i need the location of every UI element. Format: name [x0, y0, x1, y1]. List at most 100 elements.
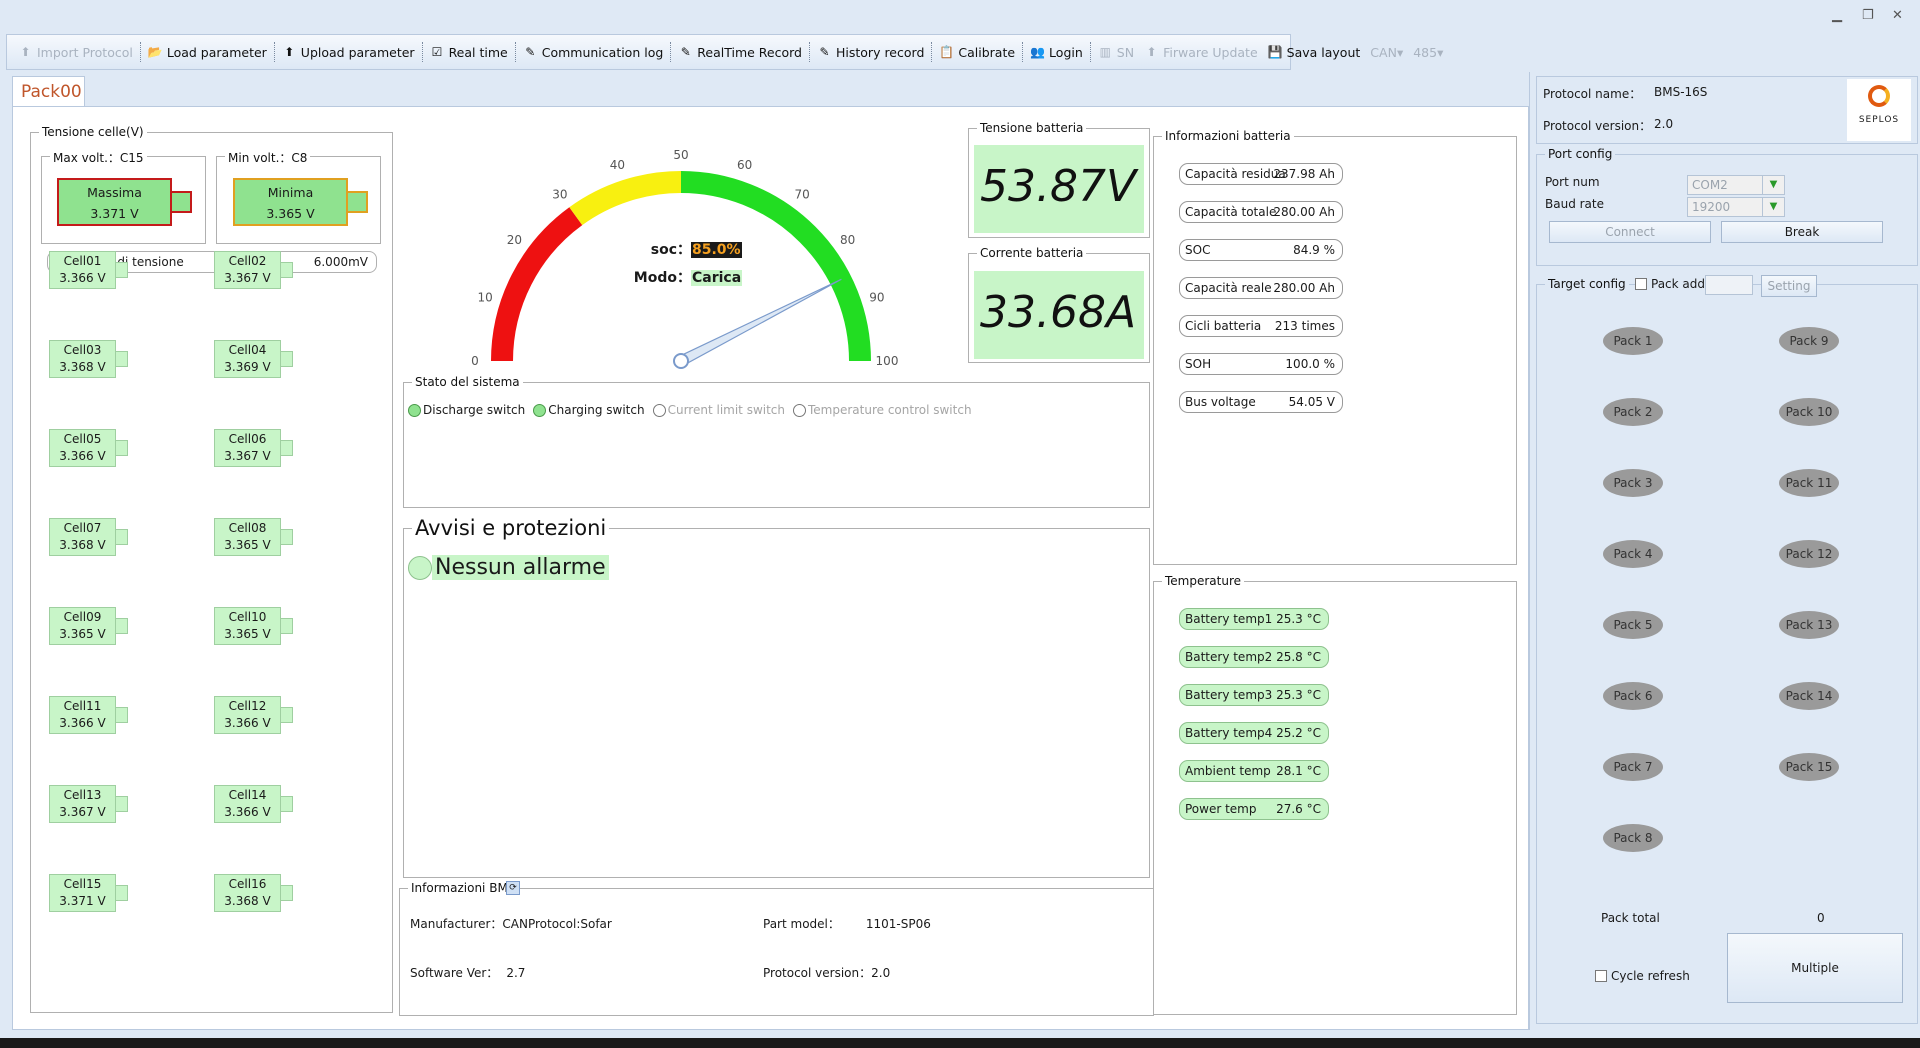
info-label: Cicli batteria: [1185, 319, 1262, 333]
toolbar-485[interactable]: 485 ▾: [1408, 38, 1448, 66]
cell-voltage: 3.367 V: [224, 449, 271, 463]
gauge-tick-label: 60: [737, 158, 752, 172]
toolbar-can[interactable]: CAN ▾: [1365, 38, 1408, 66]
protocol-version-value: 2.0: [1654, 117, 1674, 131]
protocol-version: Protocol version：2.0: [763, 966, 891, 980]
firmware-icon: ⬆: [1146, 45, 1157, 59]
pack-button-8[interactable]: Pack 8: [1603, 824, 1663, 852]
info-value: 84.9 %: [1293, 243, 1335, 257]
toolbar-label: RealTime Record: [697, 44, 802, 60]
pack-button-13[interactable]: Pack 13: [1779, 611, 1839, 639]
alarms-title: Avvisi e protezioni: [412, 516, 610, 540]
cell-name: Cell16: [228, 877, 267, 891]
toolbar-sn[interactable]: ▥ SN: [1093, 38, 1139, 66]
cell-9: Cell09 3.365 V: [49, 607, 129, 645]
temp-value: 25.3 °C: [1276, 612, 1321, 626]
toolbar-real-time[interactable]: ☑ Real time: [425, 38, 513, 66]
system-state-title: Stato del sistema: [412, 375, 523, 389]
switch-current-limit-switch: Current limit switch: [652, 403, 785, 417]
toolbar-firware-update[interactable]: ⬆ Firware Update: [1139, 38, 1263, 66]
close-icon[interactable]: ✕: [1892, 8, 1903, 23]
restore-icon[interactable]: ❐: [1862, 8, 1874, 23]
toolbar-label: Real time: [448, 44, 508, 60]
toolbar-load-parameter[interactable]: 📂 Load parameter: [143, 38, 272, 66]
temp-label: Battery temp2: [1185, 650, 1273, 664]
cycle-refresh-checkbox[interactable]: Cycle refresh: [1595, 969, 1690, 983]
connect-button[interactable]: Connect: [1549, 221, 1711, 243]
pack-button-4[interactable]: Pack 4: [1603, 540, 1663, 568]
alarm-status: Nessun allarme: [408, 555, 609, 580]
info-label: Capacità totale: [1185, 205, 1277, 219]
pack-button-3[interactable]: Pack 3: [1603, 469, 1663, 497]
battery-voltage-value: 53.87V: [974, 145, 1144, 233]
toolbar-import-protocol[interactable]: ⬆ Import Protocol: [13, 38, 138, 66]
cell-voltage: 3.368 V: [59, 538, 106, 552]
min-label: Minima: [267, 185, 314, 200]
taskbar: [0, 1038, 1920, 1048]
pack-button-14[interactable]: Pack 14: [1779, 682, 1839, 710]
cell-name: Cell09: [63, 610, 102, 624]
break-button[interactable]: Break: [1721, 221, 1883, 243]
toolbar-upload-parameter[interactable]: ⬆ Upload parameter: [277, 38, 420, 66]
info-label: SOH: [1185, 357, 1212, 371]
pack-total-label: Pack total: [1601, 911, 1660, 925]
tab-page: Tensione celle(V) Max volt.：C15 Massima 3…: [12, 106, 1529, 1030]
status-dot-icon: [652, 403, 666, 417]
baud-rate-select[interactable]: 19200 ▼: [1687, 197, 1785, 217]
minimize-icon[interactable]: ▁: [1832, 8, 1842, 23]
toolbar-label: Communication log: [541, 44, 664, 60]
info-value: 100.0 %: [1285, 357, 1335, 371]
toolbar-realtime-record[interactable]: ✎ RealTime Record: [673, 38, 807, 66]
toolbar-sava-layout[interactable]: 💾 Sava layout: [1263, 38, 1366, 66]
pack-button-10[interactable]: Pack 10: [1779, 398, 1839, 426]
bms-info-group: Informazioni BMS ⟳ Manufacturer：CANProto…: [399, 881, 1154, 1016]
cell-4: Cell04 3.369 V: [214, 340, 294, 378]
system-state-group: Stato del sistema Discharge switch Chargi…: [403, 375, 1150, 508]
mode-value: Carica: [691, 270, 743, 286]
tab-pack00[interactable]: Pack00: [12, 76, 85, 107]
gauge-yellow-band: [569, 171, 682, 226]
toolbar-label: Import Protocol: [37, 44, 133, 60]
cell-name: Cell13: [63, 788, 102, 802]
protocol-name-label: Protocol name：: [1543, 87, 1642, 101]
temperature-item: Ambient temp 28.1 °C: [1179, 760, 1329, 782]
cell-voltage: 3.365 V: [224, 538, 271, 552]
toolbar-communication-log[interactable]: ✎ Communication log: [518, 38, 669, 66]
cell-14: Cell14 3.366 V: [214, 785, 294, 823]
max-value: 3.371 V: [90, 206, 139, 221]
chevron-down-icon: ▾: [1396, 44, 1404, 60]
pack-addr-checkbox[interactable]: Pack addr: [1635, 277, 1713, 291]
toolbar-login[interactable]: 👥 Login: [1025, 38, 1088, 66]
pack-button-1[interactable]: Pack 1: [1603, 327, 1663, 355]
pack-button-12[interactable]: Pack 12: [1779, 540, 1839, 568]
pack-addr-input[interactable]: [1705, 275, 1753, 295]
toolbar-calibrate[interactable]: 📋 Calibrate: [934, 38, 1020, 66]
toolbar-separator: [139, 42, 141, 62]
target-config-title: Target config: [1545, 277, 1629, 291]
switch-temperature-control-switch: Temperature control switch: [793, 403, 972, 417]
setting-button[interactable]: Setting: [1761, 275, 1817, 297]
battery-info-item: SOC 84.9 %: [1179, 239, 1343, 261]
manufacturer: Manufacturer：CANProtocol:Sofar: [410, 917, 612, 931]
toolbar-separator: [273, 42, 275, 62]
multiple-button[interactable]: Multiple: [1727, 933, 1903, 1003]
min-value: 3.365 V: [266, 206, 315, 221]
pack-button-15[interactable]: Pack 15: [1779, 753, 1839, 781]
target-config-group: Target config Pack addr Setting Pack 1 Pa…: [1536, 275, 1918, 1024]
port-num-select[interactable]: COM2 ▼: [1687, 175, 1785, 195]
gauge-tick-label: 50: [673, 148, 688, 162]
pack-button-5[interactable]: Pack 5: [1603, 611, 1663, 639]
pack-button-6[interactable]: Pack 6: [1603, 682, 1663, 710]
toolbar-separator: [421, 42, 423, 62]
toolbar-history-record[interactable]: ✎ History record: [812, 38, 929, 66]
temp-label: Ambient temp: [1185, 764, 1271, 778]
protocol-info: Protocol name： BMS-16S Protocol version：…: [1536, 76, 1918, 144]
cell-8: Cell08 3.365 V: [214, 518, 294, 556]
pack-button-2[interactable]: Pack 2: [1603, 398, 1663, 426]
cell-10: Cell10 3.365 V: [214, 607, 294, 645]
refresh-icon[interactable]: ⟳: [506, 881, 520, 895]
pack-button-7[interactable]: Pack 7: [1603, 753, 1663, 781]
pack-button-9[interactable]: Pack 9: [1779, 327, 1839, 355]
temperature-item: Battery temp4 25.2 °C: [1179, 722, 1329, 744]
pack-button-11[interactable]: Pack 11: [1779, 469, 1839, 497]
